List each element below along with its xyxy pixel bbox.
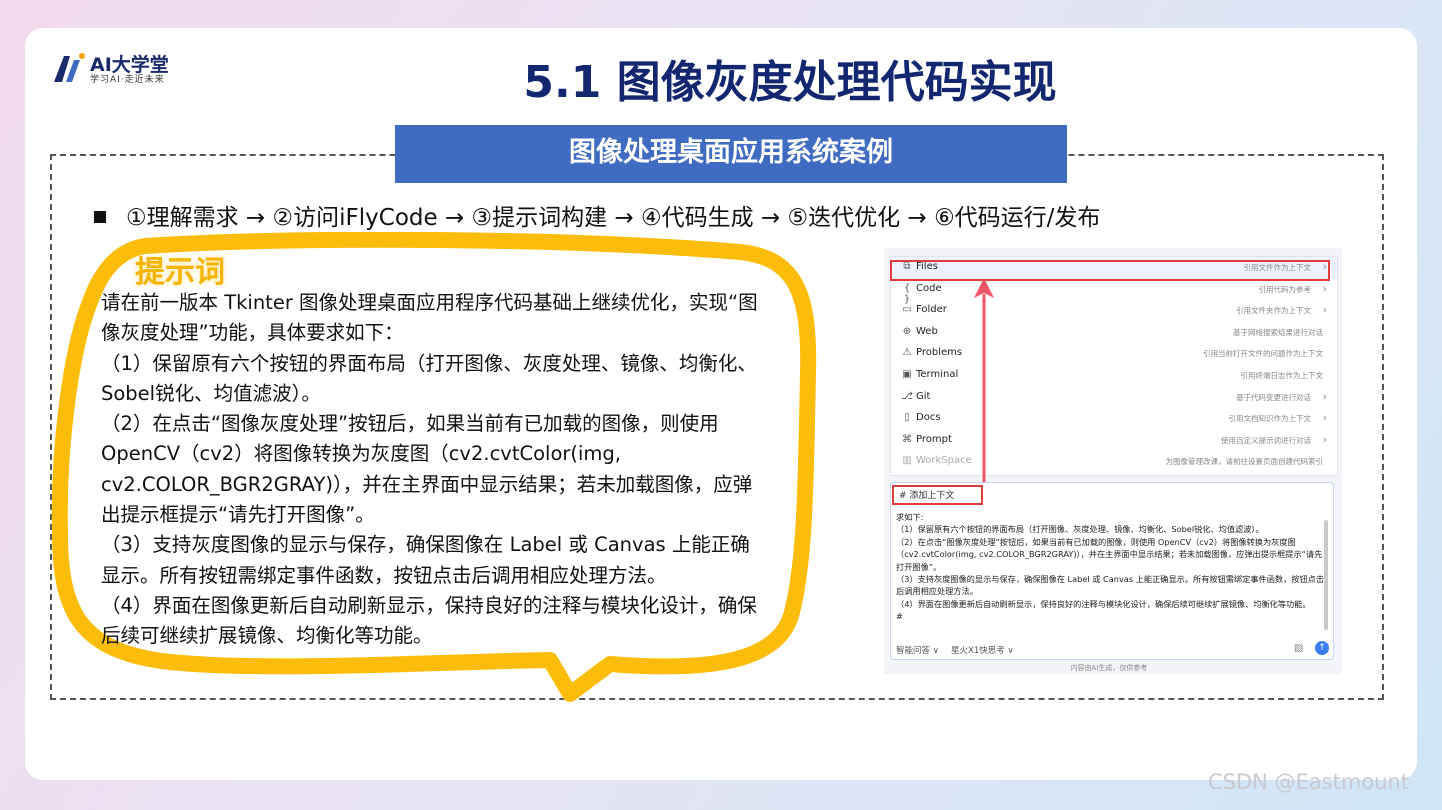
menu-item-code[interactable]: { } Code 引用代码为参考 › — [891, 279, 1337, 305]
steps-line: ①理解需求 → ②访问iFlyCode → ③提示词构建 → ④代码生成 → ⑤… — [94, 198, 1100, 232]
menu-item-terminal[interactable]: ▣ Terminal 引用终端日志作为上下文 — [891, 365, 1337, 387]
prompt-paragraph: （4）界面在图像更新后自动刷新显示，保持良好的注释与模块化设计，确保后续可继续扩… — [101, 593, 757, 648]
menu-item-label: Web — [916, 325, 938, 337]
menu-item-web[interactable]: ⊕ Web 基于网络搜索结果进行对话 — [891, 322, 1337, 344]
book-icon: ▯ — [904, 412, 910, 424]
menu-item-desc: 引用代码为参考 — [1258, 284, 1312, 294]
logo-icon — [54, 53, 85, 82]
scrollbar[interactable] — [1324, 520, 1328, 630]
image-icon[interactable]: ▨ — [1294, 643, 1303, 654]
bullet-square-icon — [94, 210, 106, 223]
prompt-label: 提示词 — [135, 255, 225, 290]
prompt-body: 请在前一版本 Tkinter 图像处理桌面应用程序代码基础上继续优化，实现“图像… — [101, 288, 763, 652]
menu-item-git[interactable]: ⎇ Git 基于代码变更进行对话 › — [891, 387, 1337, 409]
menu-item-prompt[interactable]: ⌘ Prompt 使用自定义提示词进行对话 › — [891, 430, 1337, 452]
add-context-highlight — [892, 485, 983, 505]
chat-line: （3）支持灰度图像的显示与保存，确保图像在 Label 或 Canvas 上能正… — [896, 574, 1325, 597]
workspace-icon: ▥ — [902, 455, 912, 467]
model-select[interactable]: 星火X1快思考 ∨ — [951, 644, 1014, 656]
menu-item-desc: 使用自定义提示词进行对话 — [1221, 435, 1311, 445]
prompt-paragraph: （1）保留原有六个按钮的界面布局（打开图像、灰度处理、镜像、均衡化、Sobel锐… — [101, 351, 757, 405]
globe-icon: ⊕ — [902, 325, 912, 337]
warning-icon: ⚠ — [902, 347, 912, 359]
chevron-right-icon: › — [1322, 432, 1327, 446]
chevron-right-icon: › — [1322, 411, 1327, 425]
prompt-paragraph: （3）支持灰度图像的显示与保存，确保图像在 Label 或 Canvas 上能正… — [101, 533, 750, 587]
git-branch-icon: ⎇ — [901, 390, 913, 402]
menu-item-label: Problems — [916, 347, 963, 359]
chat-line: （2）在点击“图像灰度处理”按钮后，如果当前有已加载的图像，则使用 OpenCV… — [896, 536, 1323, 572]
chat-line: （4）界面在图像更新后自动刷新显示，保持良好的注释与模块化设计，确保后续可继续扩… — [896, 598, 1311, 609]
mode-select[interactable]: 智能问答 ∨ — [896, 644, 939, 656]
chat-line: （1）保留原有六个按钮的界面布局（打开图像、灰度处理、镜像、均衡化、Sobel锐… — [896, 524, 1264, 535]
ai-disclaimer: 内容由AI生成，仅供参考 — [1070, 664, 1148, 672]
arrow-up-icon — [974, 278, 994, 488]
watermark: CSDN @Eastmount — [1208, 770, 1410, 794]
menu-item-label: Prompt — [916, 433, 952, 445]
menu-item-label: Git — [916, 390, 931, 402]
menu-item-desc: 为图像管理改课，请前往设置页面创建代码索引 — [1165, 457, 1324, 467]
menu-item-desc: 引用终端日志作为上下文 — [1240, 370, 1324, 380]
menu-item-folder[interactable]: ▭ Folder 引用文件夹作为上下文 › — [891, 300, 1337, 322]
menu-item-desc: 引用文件夹作为上下文 — [1236, 306, 1311, 316]
menu-item-label: Terminal — [916, 368, 959, 380]
prompt-paragraph: 请在前一版本 Tkinter 图像处理桌面应用程序代码基础上继续优化，实现“图像… — [101, 291, 758, 345]
menu-item-desc: 引用文档知识作为上下文 — [1228, 414, 1312, 424]
context-menu: ⧉ Files 引用文件作为上下文 › { } Code 引用代码为参考 › ▭… — [890, 256, 1338, 476]
terminal-icon: ▣ — [902, 368, 912, 380]
menu-item-label: Code — [916, 282, 942, 294]
logo-slogan: 学习AI·走近未来 — [90, 75, 165, 85]
chat-input-text: 求如下: （1）保留原有六个按钮的界面布局（打开图像、灰度处理、镜像、均衡化、S… — [896, 511, 1324, 623]
section-banner: 图像处理桌面应用系统案例 — [395, 125, 1067, 183]
menu-item-workspace[interactable]: ▥ WorkSpace 为图像管理改课，请前往设置页面创建代码索引 — [891, 451, 1337, 473]
menu-item-desc: 基于代码变更进行对话 — [1236, 392, 1311, 402]
menu-item-desc: 基于网络搜索结果进行对话 — [1233, 327, 1323, 337]
files-highlight — [890, 260, 1330, 281]
chat-line: 求如下: — [896, 512, 924, 522]
send-button[interactable]: ↑ — [1315, 641, 1329, 655]
chevron-right-icon: › — [1322, 281, 1327, 295]
menu-item-problems[interactable]: ⚠ Problems 引用当前打开文件的问题作为上下文 — [891, 343, 1337, 365]
menu-item-label: WorkSpace — [916, 455, 972, 467]
folder-icon: ▭ — [902, 304, 912, 316]
page-title: 5.1 图像灰度处理代码实现 — [523, 57, 1057, 108]
menu-item-docs[interactable]: ▯ Docs 引用文档知识作为上下文 › — [891, 408, 1337, 430]
chevron-right-icon: › — [1322, 389, 1327, 403]
menu-item-label: Folder — [916, 304, 947, 316]
steps-text: ①理解需求 → ②访问iFlyCode → ③提示词构建 → ④代码生成 → ⑤… — [126, 205, 1101, 231]
menu-item-label: Docs — [916, 412, 941, 424]
prompt-paragraph: （2）在点击“图像灰度处理”按钮后，如果当前有已加载的图像，则使用 OpenCV… — [101, 412, 753, 527]
prompt-icon: ⌘ — [902, 433, 912, 445]
chat-line: # — [896, 611, 903, 622]
chevron-right-icon: › — [1322, 303, 1327, 317]
menu-item-desc: 引用当前打开文件的问题作为上下文 — [1203, 349, 1323, 359]
